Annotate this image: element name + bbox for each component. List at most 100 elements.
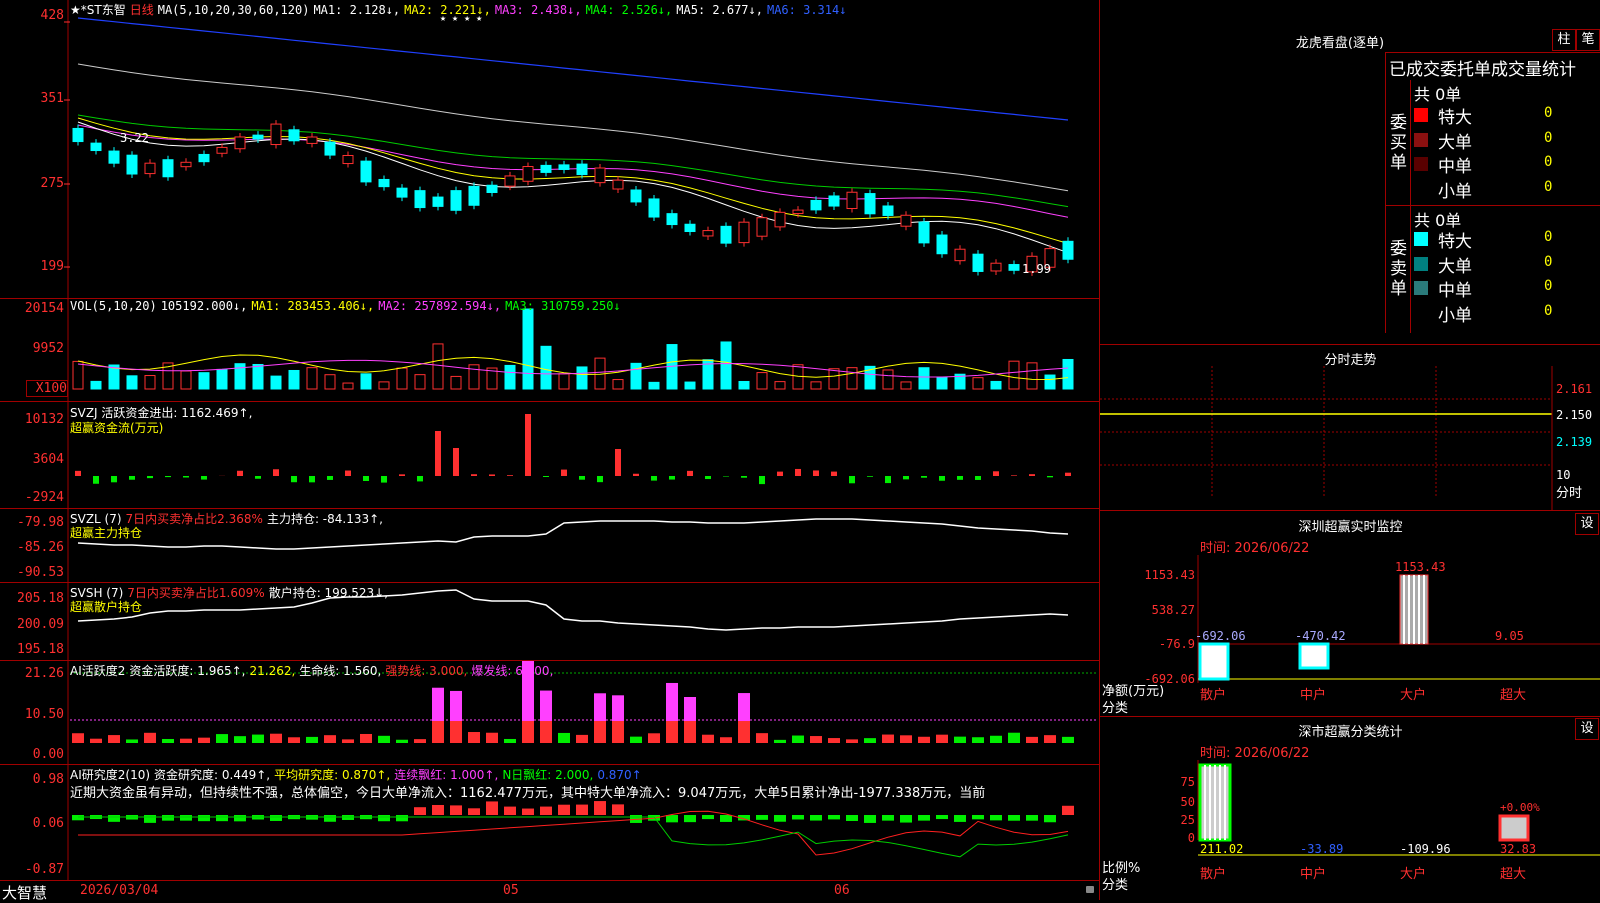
sc-bar-value: 211.02 [1200, 842, 1243, 856]
sell-orders-label: 委卖单 [1390, 239, 1406, 299]
activity-peak [612, 695, 624, 721]
sz-bar-stripe [1423, 575, 1425, 644]
bottom-date-axis: 大智慧 2026/03/04 05 06 [0, 880, 1099, 901]
kline-candle [631, 190, 641, 202]
activity-bar [612, 721, 624, 743]
legend-swatch [1414, 257, 1428, 271]
sc-stat-chart[interactable]: 7550250+0.00%211.02散户-33.89中户-109.96大户32… [1100, 760, 1600, 900]
kline-candle [757, 218, 767, 236]
kline-candle [361, 161, 371, 182]
sz-bar-stripe [1418, 575, 1420, 644]
sc-bar-stripe [1214, 765, 1216, 840]
svsh-panel[interactable]: SVSH (7)7日内买卖净占比1.609%散户持仓: 199.523↓, 超赢… [0, 583, 1099, 660]
kline-candle [199, 154, 209, 161]
research-bar [1044, 815, 1056, 822]
divider [1100, 716, 1600, 717]
kline-candle [793, 210, 803, 213]
research-bar [954, 815, 966, 822]
lock-icon[interactable] [1086, 886, 1094, 893]
sz-bar-value: 1153.43 [1395, 560, 1446, 574]
date-may: 05 [503, 883, 519, 898]
kline-candle [937, 235, 947, 254]
activity-bar [108, 735, 120, 743]
kline-candle [523, 167, 533, 182]
ai-research-panel[interactable]: AI研究度2(10)资金研究度: 0.449↑,平均研究度: 0.870↑,连续… [0, 765, 1099, 880]
sc-settings-button[interactable]: 设 [1575, 718, 1599, 740]
stock-name[interactable]: ★*ST东智 [70, 3, 126, 17]
research-bar [72, 815, 84, 820]
ai1-max: 21.262, [249, 664, 295, 678]
kline-candle [271, 124, 281, 144]
vol-label: VOL(5,10,20) [70, 299, 157, 313]
ma4-value: MA4: 2.526↓, [586, 3, 673, 17]
ma6-value: MA6: 3.314↓ [767, 3, 846, 17]
kline-candle [1063, 241, 1073, 259]
sz-monitor-title: 深圳超赢实时监控 [1100, 516, 1600, 535]
ai1-y-high: 21.26 [0, 666, 64, 681]
kline-candle [253, 135, 263, 139]
activity-bar [144, 733, 156, 743]
kline-chart[interactable] [0, 0, 1099, 298]
order-count: 0 [1544, 278, 1552, 294]
avg-research-line [78, 817, 1068, 857]
flow-bar [165, 476, 171, 477]
volume-bar [919, 368, 929, 389]
kline-panel[interactable]: ★*ST东智日线MA(5,10,20,30,60,120)MA1: 2.128↓… [0, 0, 1099, 298]
ai-research-header: AI研究度2(10)资金研究度: 0.449↑,平均研究度: 0.870↑,连续… [70, 766, 646, 783]
order-count: 0 [1544, 130, 1552, 146]
activity-bar [90, 739, 102, 743]
legend-swatch [1414, 157, 1428, 171]
divider [1100, 510, 1600, 511]
volume-bar [1063, 359, 1073, 389]
research-bar [900, 815, 912, 823]
kline-candle [127, 155, 137, 174]
kline-candle [973, 254, 983, 271]
stat-divider [1386, 205, 1600, 206]
kline-y-351: 351 [0, 91, 64, 106]
sz-monitor-chart[interactable]: 1153.43538.27-76.9-692.06-692.06散户-470.4… [1100, 555, 1600, 715]
flow-bar [381, 476, 387, 483]
sc-title: 深市超赢分类统计 [1100, 721, 1600, 740]
volume-bar [73, 361, 83, 389]
period-label[interactable]: 日线 [130, 3, 154, 17]
activity-peak [450, 691, 462, 721]
stat-vline [1410, 80, 1411, 333]
activity-bar [828, 738, 840, 743]
ai1-label: AI活跃度2 [70, 664, 125, 678]
ai2-ref: 0.870↑ [597, 768, 641, 782]
activity-peak [738, 693, 750, 721]
ai2-research: 资金研究度: 0.449↑, [154, 768, 270, 782]
flow-bar [309, 476, 315, 482]
volume-bar [847, 368, 857, 389]
buy-orders-label: 委买单 [1390, 113, 1406, 173]
research-bar [504, 807, 516, 815]
volume-bar [415, 375, 425, 389]
volume-chart[interactable] [0, 299, 1099, 401]
volume-bar [829, 369, 839, 389]
ai-activity-panel[interactable]: AI活跃度2资金活跃度: 1.965↑,21.262,生命线: 1.560,强势… [0, 661, 1099, 764]
bar-mode-button[interactable]: 柱 [1552, 29, 1576, 51]
sc-bar-label: 散户 [1200, 866, 1226, 882]
sc-bar-value: 32.83 [1500, 842, 1536, 856]
sz-bar-label: 散户 [1200, 687, 1226, 703]
sz-y-label: -76.9 [1159, 637, 1195, 651]
kline-candle [739, 222, 749, 242]
info-stars[interactable]: ★ ★ ★ ★ [440, 13, 482, 24]
pen-mode-button[interactable]: 笔 [1576, 29, 1600, 51]
kline-candle [307, 137, 317, 143]
kline-candle [379, 179, 389, 186]
svzl-panel[interactable]: SVZL (7)7日内买卖净占比2.368%主力持仓: -84.133↑, 超赢… [0, 509, 1099, 582]
volume-panel[interactable]: VOL(5,10,20)105192.000↓,MA1: 283453.406↓… [0, 299, 1099, 401]
activity-bar [630, 737, 642, 743]
fenshi-chart[interactable]: 2.1612.1502.13910分时 [1100, 366, 1600, 510]
activity-bar [810, 736, 822, 743]
research-bar [936, 815, 948, 819]
svzj-panel[interactable]: SVZJ 活跃资金进出: 1162.469↑, 超赢资金流(万元) 10132 … [0, 402, 1099, 508]
flow-bar [759, 476, 765, 484]
sc-bar-value: -33.89 [1300, 842, 1343, 856]
flow-bar [507, 475, 513, 476]
sz-settings-button[interactable]: 设 [1575, 513, 1599, 535]
activity-bar [900, 735, 912, 743]
svzl-y-high: -79.98 [0, 515, 64, 530]
order-count: 0 [1544, 229, 1552, 245]
